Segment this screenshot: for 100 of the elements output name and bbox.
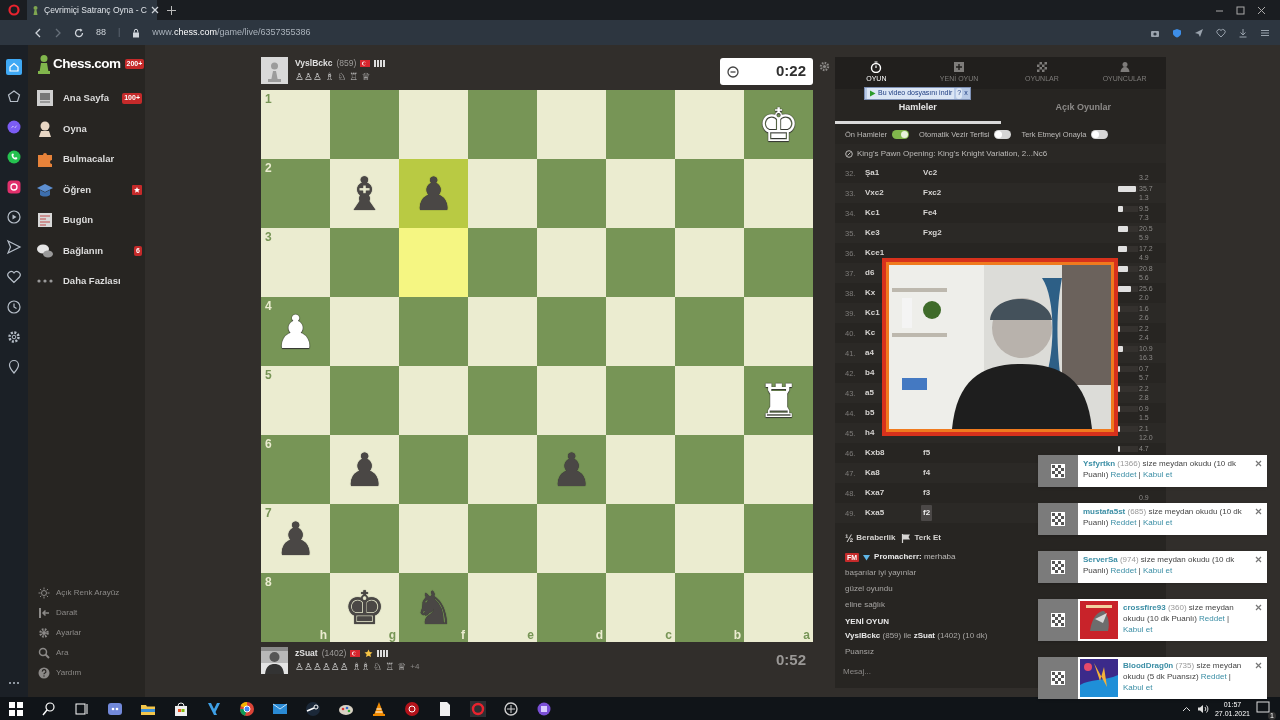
sidebar-footer-item[interactable]: Daralt [28, 603, 145, 623]
pawn-logo-icon[interactable] [37, 54, 51, 74]
sidebar-footer-item[interactable]: Ayarlar [28, 623, 145, 643]
logo-text[interactable]: Chess.com [53, 53, 121, 75]
chess-piece[interactable]: ♟ [343, 446, 386, 493]
browser-icon[interactable] [239, 700, 255, 717]
phone-bubble-icon[interactable] [6, 149, 22, 165]
subtab[interactable]: Açık Oyunlar [1000, 88, 1166, 124]
chevron-up-icon[interactable] [1181, 705, 1191, 712]
heart-icon[interactable] [6, 269, 22, 285]
username-link[interactable]: Ysfyrtkn [1083, 459, 1115, 468]
document-icon[interactable] [437, 700, 453, 717]
board-square[interactable]: ♟ [399, 159, 468, 228]
move-text[interactable]: Fe4 [921, 205, 939, 222]
speaker-icon[interactable] [1196, 703, 1209, 714]
accept-link[interactable]: Kabul et [1123, 683, 1153, 692]
sidebar-item[interactable]: Öğren [28, 174, 145, 205]
sidebar-item[interactable]: Daha Fazlası [28, 266, 145, 297]
menu-icon[interactable] [1260, 27, 1270, 38]
board-square[interactable]: ♝ [330, 159, 399, 228]
settings-icon[interactable] [6, 329, 22, 345]
chat-app-icon[interactable] [107, 700, 123, 717]
move-text[interactable]: a5 [864, 387, 875, 400]
decline-link[interactable]: Reddet [1199, 614, 1225, 623]
sidebar-item[interactable]: Oyna [28, 113, 145, 144]
store-bag-icon[interactable] [173, 700, 189, 717]
chess-piece[interactable]: ♟ [274, 515, 317, 562]
move-text[interactable]: f2 [921, 505, 933, 522]
move-text[interactable]: a4 [864, 347, 875, 360]
chess-piece[interactable]: ♚ [343, 584, 386, 631]
move-text[interactable]: Kxa7 [864, 487, 886, 500]
heart-icon[interactable] [1216, 27, 1226, 38]
move-text[interactable]: Şa1 [864, 167, 881, 180]
play-icon[interactable] [6, 209, 22, 225]
accept-link[interactable]: Kabul et [1142, 518, 1173, 527]
crosshair-icon[interactable] [503, 700, 519, 717]
move-text[interactable]: Kc1 [864, 207, 881, 220]
move-text[interactable]: Kxa5 [864, 507, 886, 520]
sidebar-item[interactable]: Bugün [28, 205, 145, 236]
decline-link[interactable]: Reddet [1110, 518, 1137, 527]
move-text[interactable]: f4 [921, 465, 933, 482]
decline-link[interactable]: Reddet [1200, 672, 1227, 681]
url-field[interactable]: www.chess.com/game/live/6357355386 [152, 25, 311, 40]
toggle-switch[interactable] [892, 129, 910, 139]
location-pin-icon[interactable] [6, 359, 22, 375]
move-text[interactable]: h4 [864, 427, 876, 440]
sidebar-item[interactable]: Bulmacalar [28, 144, 145, 175]
move-text[interactable]: Kxb8 [864, 447, 886, 460]
move-text[interactable]: f5 [921, 445, 933, 462]
resign-button[interactable]: Terk Et [901, 532, 941, 545]
clock-icon[interactable] [6, 299, 22, 315]
decline-link[interactable]: Reddet [1110, 566, 1137, 575]
decline-link[interactable]: Reddet [1110, 470, 1137, 479]
move-text[interactable]: b5 [864, 407, 876, 420]
task-view-icon[interactable] [74, 700, 90, 717]
code-editor-icon[interactable] [206, 700, 222, 717]
username-link[interactable]: BloodDrag0n [1123, 661, 1174, 670]
move-text[interactable]: Vxc2 [864, 187, 885, 200]
home-icon[interactable] [6, 59, 22, 75]
shield-icon[interactable] [1172, 27, 1182, 38]
move-text[interactable]: Ke3 [864, 227, 881, 240]
more-icon[interactable] [8, 681, 20, 685]
move-text[interactable]: d6 [864, 267, 876, 280]
player-name[interactable]: zSuat [295, 647, 318, 660]
forward-icon[interactable] [54, 27, 62, 38]
move-text[interactable]: Kce1 [864, 247, 886, 260]
start-icon[interactable] [8, 700, 24, 717]
browser-tab[interactable]: Çevrimiçi Satranç Oyna - C [27, 0, 157, 20]
pentagon-icon[interactable] [6, 89, 22, 105]
accept-link[interactable]: Kabul et [1142, 566, 1173, 575]
move-text[interactable]: Ka8 [864, 467, 881, 480]
move-text[interactable]: b4 [864, 367, 876, 380]
game-launcher-icon[interactable] [305, 700, 321, 717]
camera-icon[interactable] [6, 179, 22, 195]
sidebar-footer-item[interactable]: Yardım [28, 663, 145, 683]
chess-piece[interactable]: ♝ [343, 170, 386, 217]
search-icon[interactable] [41, 700, 57, 717]
toggle-switch[interactable] [994, 129, 1012, 139]
close-icon[interactable] [1257, 5, 1266, 15]
accept-link[interactable]: Kabul et [1142, 470, 1173, 479]
draw-button[interactable]: ½ Beraberlik [845, 530, 896, 546]
move-text[interactable]: Kx [864, 287, 877, 300]
move-text[interactable]: Fxc2 [921, 185, 944, 202]
lock-icon[interactable] [132, 27, 141, 38]
board-square[interactable]: ♟ [330, 435, 399, 504]
accept-link[interactable]: Kabul et [1123, 625, 1153, 634]
maximize-icon[interactable] [1236, 5, 1245, 15]
plus-icon[interactable] [167, 5, 176, 15]
player-name[interactable]: VyslBckc [295, 57, 333, 70]
settings-icon[interactable] [818, 61, 830, 72]
username-link[interactable]: crossfire93 [1123, 603, 1166, 612]
send-icon[interactable] [6, 239, 22, 255]
traffic-cone-icon[interactable] [371, 700, 387, 717]
browser-logo-icon[interactable] [7, 4, 20, 16]
chat-bubble-icon[interactable] [6, 119, 22, 135]
opening-name[interactable]: King's Pawn Opening: King's Knight Variation, 2...Nc6 [857, 147, 1048, 160]
username-link[interactable]: ServerSa [1083, 555, 1118, 564]
browser-logo-icon[interactable] [470, 700, 486, 717]
app-icon[interactable] [536, 700, 552, 717]
tab-count[interactable]: 88 [96, 25, 106, 40]
